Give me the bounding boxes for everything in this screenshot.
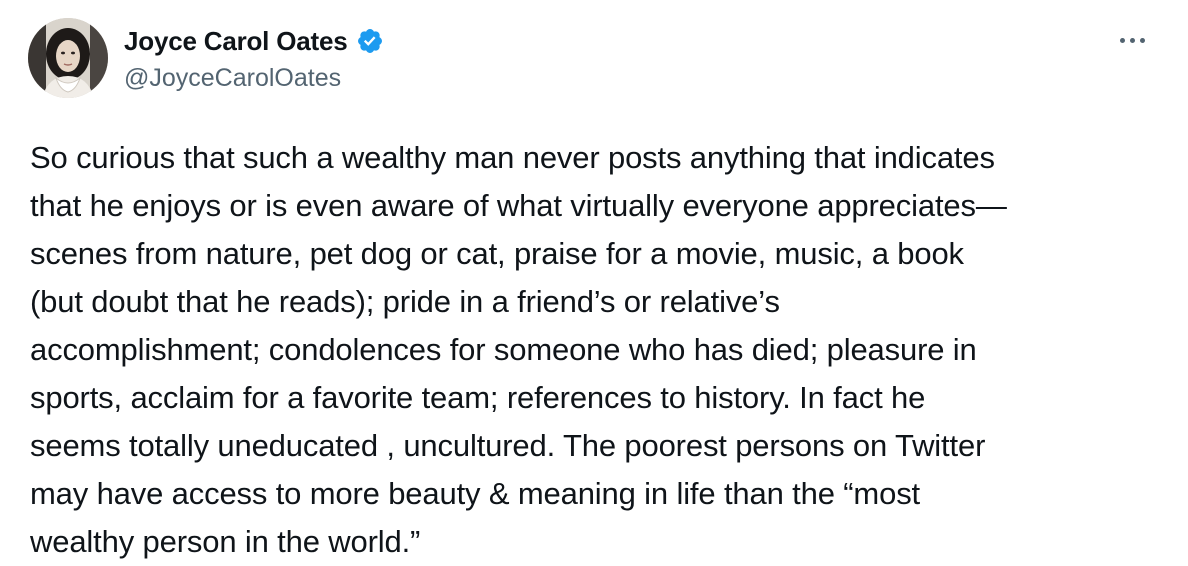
author-name-row: Joyce Carol Oates [124, 24, 384, 58]
tweet-card: Joyce Carol Oates @JoyceCarolOates So cu… [0, 0, 1188, 562]
more-horizontal-icon [1129, 37, 1135, 43]
author-display-name[interactable]: Joyce Carol Oates [124, 26, 348, 57]
more-options-button[interactable] [1112, 26, 1152, 54]
tweet-text: So curious that such a wealthy man never… [30, 140, 1007, 559]
author-handle[interactable]: @JoyceCarolOates [124, 64, 384, 93]
more-horizontal-icon [1119, 37, 1125, 43]
verified-badge-icon[interactable] [356, 27, 384, 55]
profile-photo-icon [28, 18, 108, 98]
more-horizontal-icon [1139, 37, 1145, 43]
author-block: Joyce Carol Oates @JoyceCarolOates [124, 24, 384, 93]
avatar[interactable] [28, 18, 108, 98]
